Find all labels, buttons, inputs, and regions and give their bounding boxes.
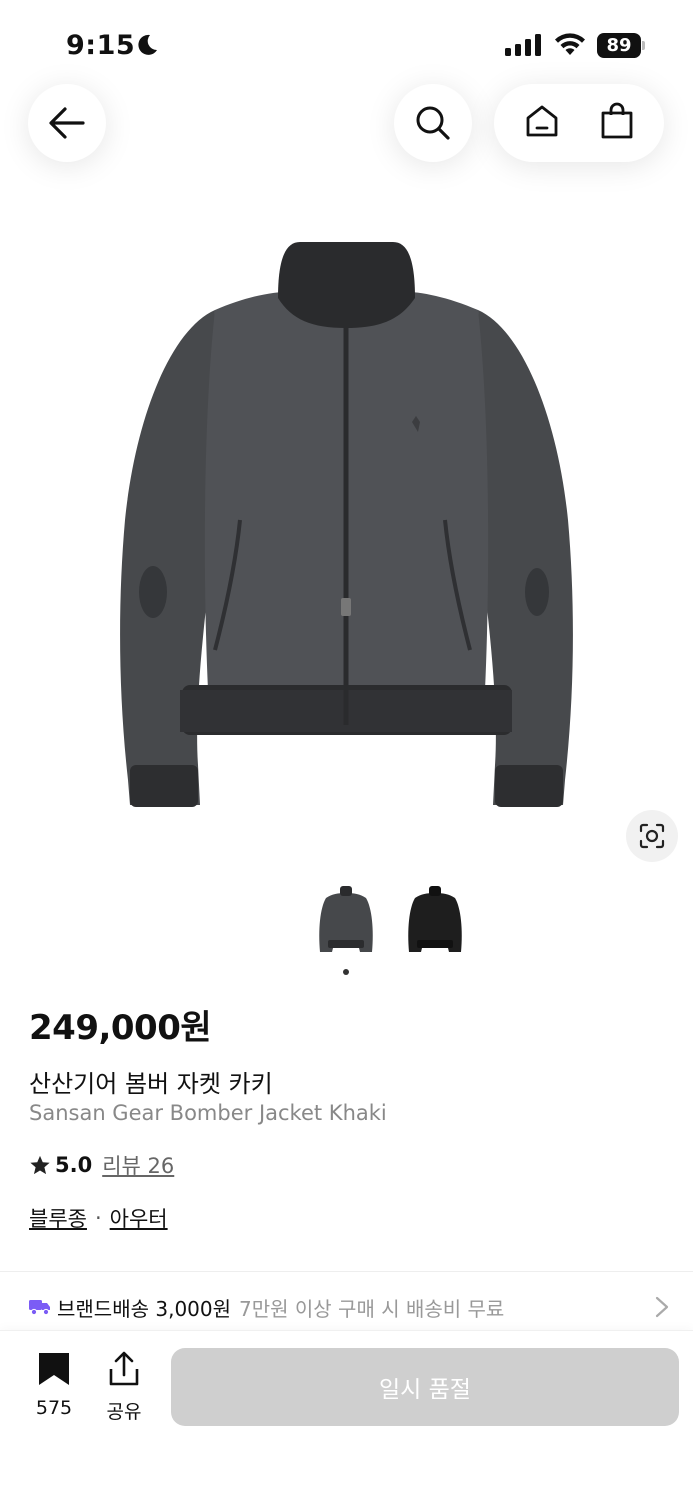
- bookmark-button[interactable]: 575: [30, 1351, 78, 1419]
- star-icon: [30, 1155, 50, 1175]
- product-price: 249,000원: [29, 1008, 212, 1048]
- home-button[interactable]: [524, 103, 560, 143]
- thumbnail-gray[interactable]: [314, 884, 378, 960]
- share-button[interactable]: 공유: [100, 1351, 148, 1424]
- rating-row: 5.0 리뷰 26: [29, 1150, 174, 1180]
- category-link-blouson[interactable]: 블루종: [29, 1203, 87, 1233]
- product-name-korean: 산산기어 봄버 자켓 카키: [29, 1070, 273, 1098]
- category-link-outer[interactable]: 아우터: [110, 1203, 168, 1233]
- thumbnail-black[interactable]: [403, 884, 467, 960]
- product-name-english: Sansan Gear Bomber Jacket Khaki: [29, 1101, 387, 1125]
- sold-out-button[interactable]: 일시 품절: [171, 1348, 679, 1426]
- share-label: 공유: [106, 1401, 142, 1423]
- category-separator: ·: [94, 1206, 102, 1230]
- shipping-note: 7만원 이상 구매 시 배송비 무료: [239, 1296, 505, 1321]
- chevron-right-icon: [655, 1296, 669, 1318]
- shopping-bag-icon: [601, 102, 632, 139]
- lens-icon: [639, 823, 665, 849]
- status-time: 9:15: [66, 30, 136, 61]
- shipping-row[interactable]: 브랜드배송 3,000원 7만원 이상 구매 시 배송비 무료: [29, 1292, 669, 1322]
- search-icon: [416, 106, 450, 140]
- shipping-label: 브랜드배송 3,000원: [57, 1296, 232, 1321]
- cart-button[interactable]: [599, 102, 635, 144]
- product-image[interactable]: [0, 220, 693, 860]
- nav-pill: [494, 84, 664, 162]
- bookmark-icon: [39, 1353, 69, 1385]
- back-button[interactable]: [28, 84, 106, 162]
- rating-score: 5.0: [55, 1153, 93, 1177]
- bookmark-count: 575: [35, 1397, 73, 1419]
- search-button[interactable]: [394, 84, 472, 162]
- battery-indicator: 89: [597, 33, 645, 58]
- thumbnail-indicator-dot: [343, 969, 349, 975]
- home-icon: [526, 105, 557, 137]
- bottom-action-bar: 575 공유 일시 품절: [0, 1330, 693, 1500]
- battery-level: 89: [597, 33, 641, 58]
- divider: [0, 1271, 693, 1272]
- share-icon: [109, 1351, 139, 1386]
- category-breadcrumb: 블루종 · 아우터: [29, 1203, 168, 1233]
- image-search-button[interactable]: [626, 810, 678, 862]
- wifi-icon: [555, 33, 585, 55]
- truck-icon: [29, 1300, 50, 1316]
- cellular-signal-icon: [505, 34, 541, 56]
- status-bar: 9:15 89: [0, 0, 693, 90]
- moon-icon: [138, 34, 157, 55]
- arrow-left-icon: [49, 107, 85, 139]
- review-link[interactable]: 리뷰 26: [102, 1150, 174, 1180]
